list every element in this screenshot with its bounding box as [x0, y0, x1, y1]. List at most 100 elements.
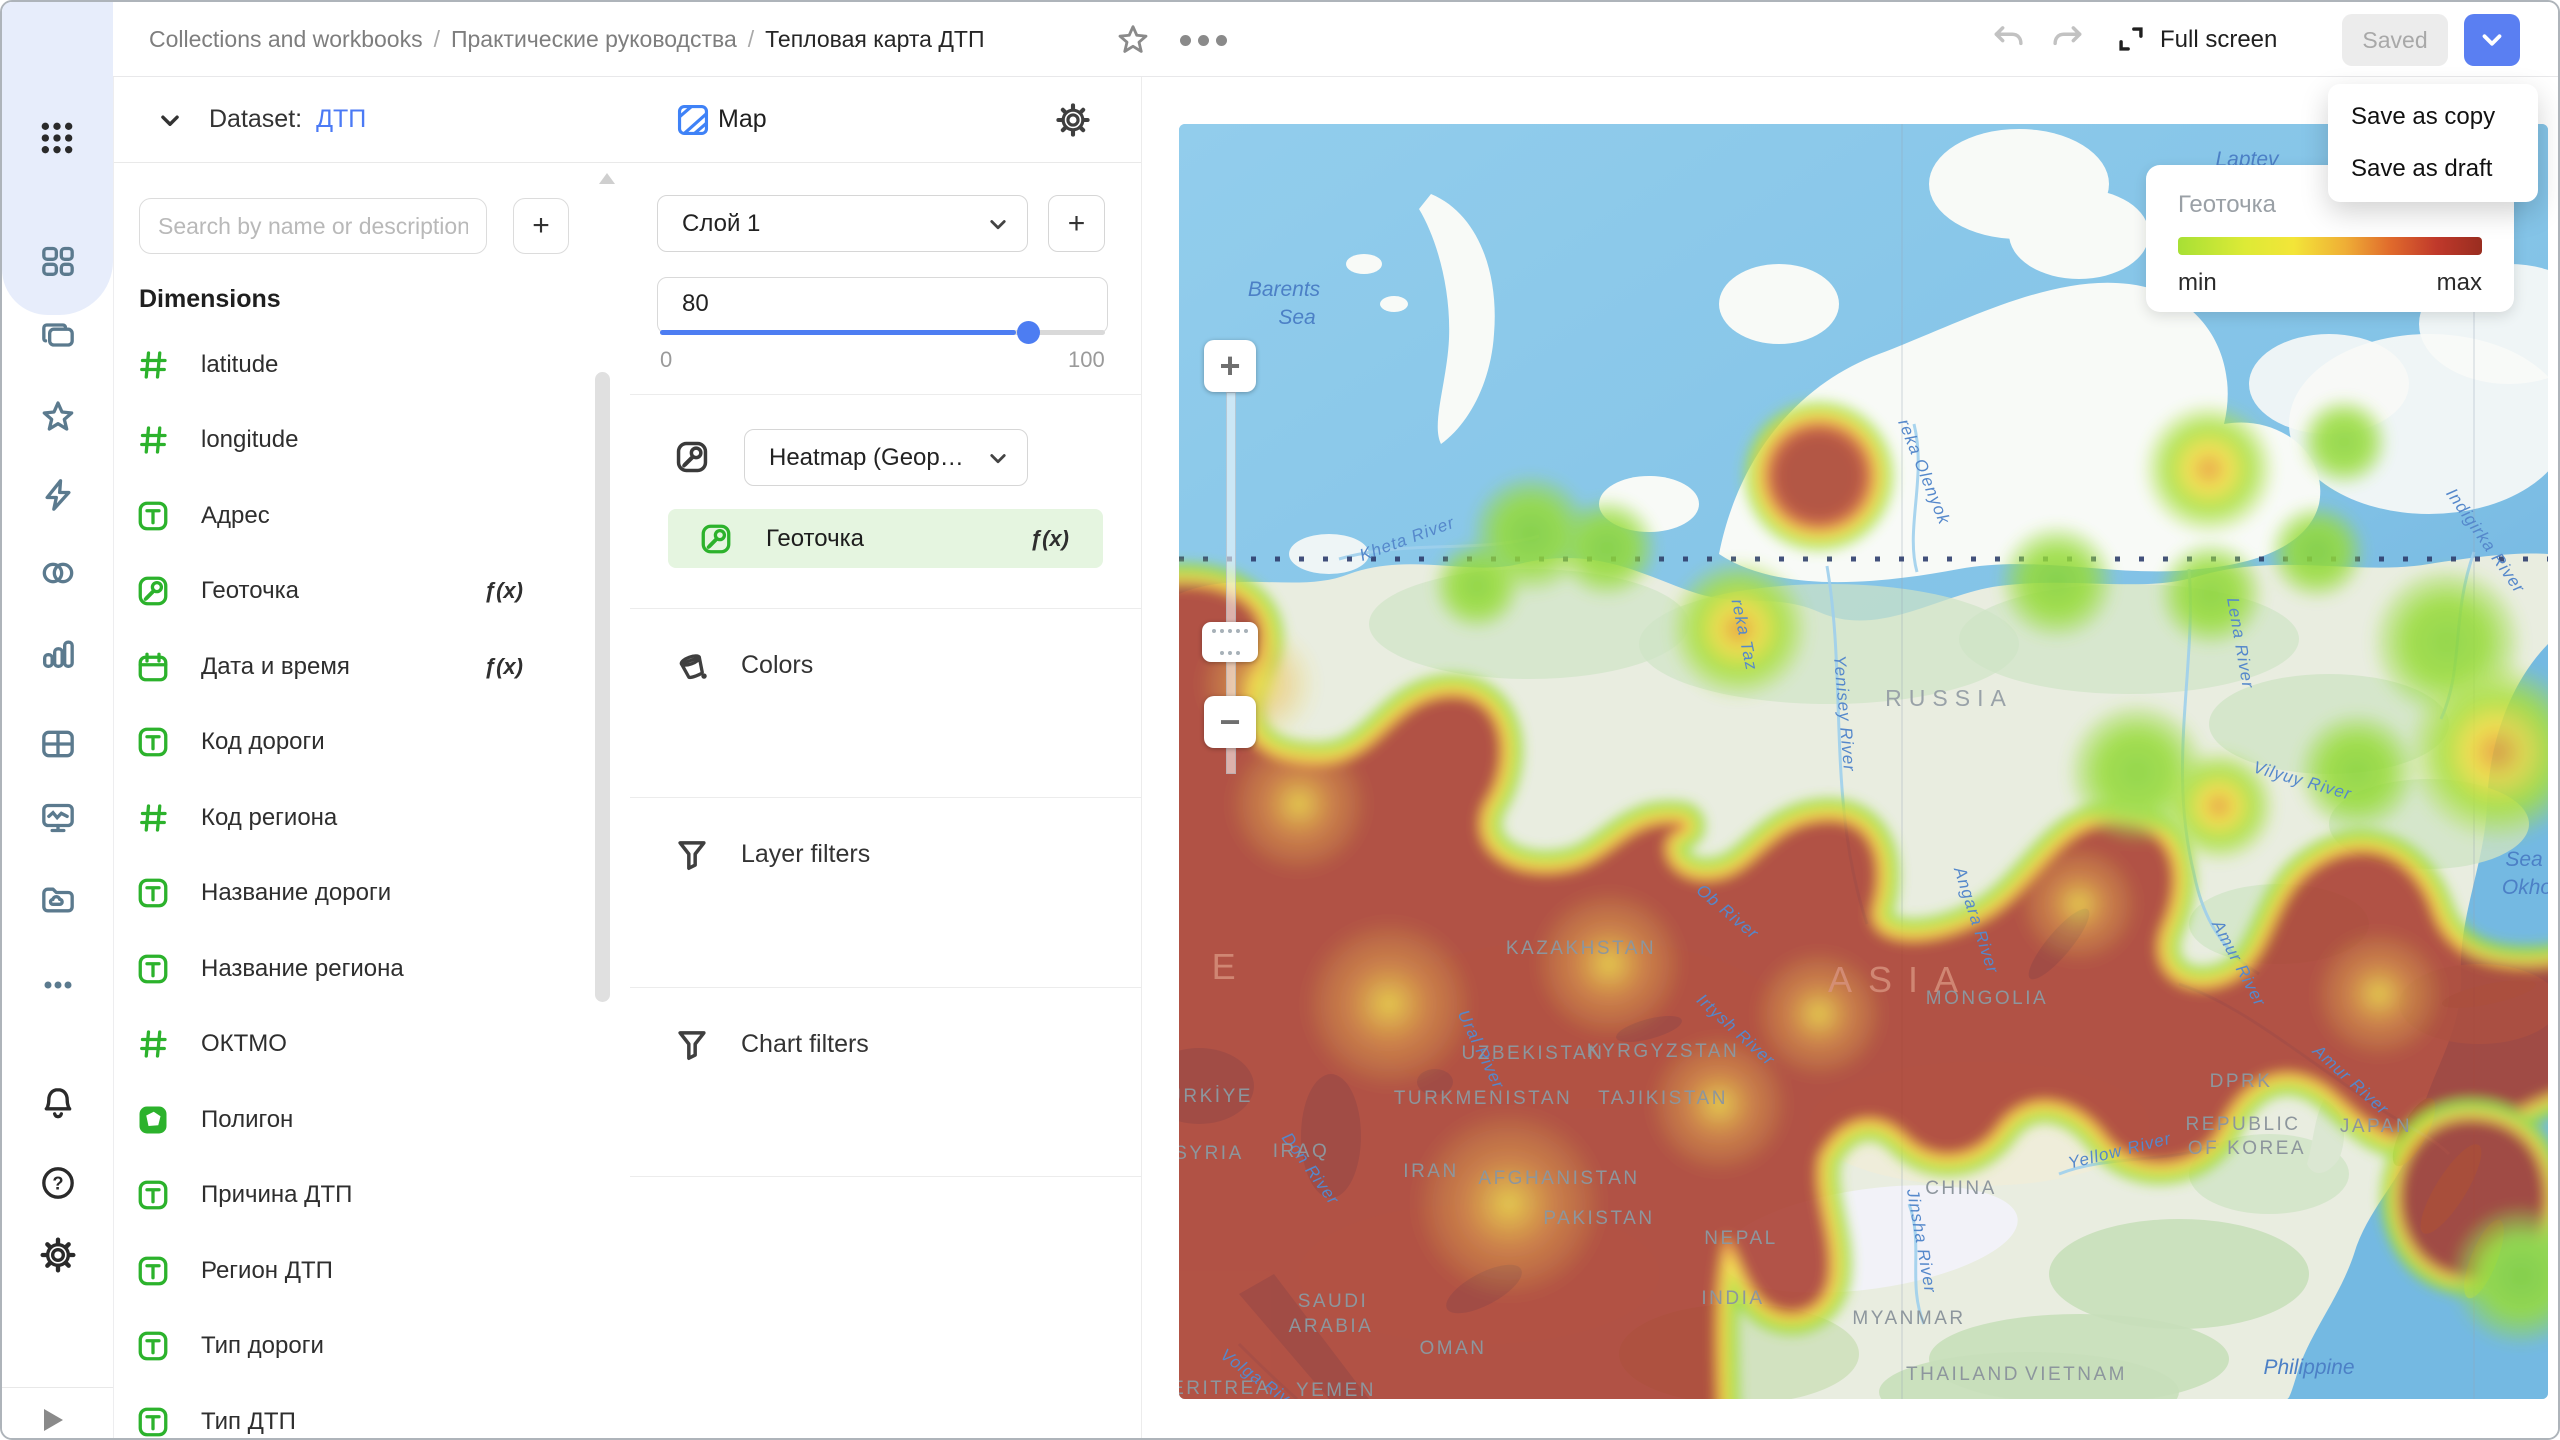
layer-filters-section[interactable]: Layer filters — [630, 825, 1141, 883]
map-svg: BarentsSeaLaptevSeaOkhoPhilippineKheta R… — [1179, 124, 2548, 1399]
sidebar-item-files[interactable] — [38, 880, 78, 920]
sidebar-item-tables[interactable] — [38, 724, 78, 764]
map-label: P E — [1179, 946, 1252, 987]
dimension-row[interactable]: Название региона — [113, 931, 583, 1007]
search-input[interactable] — [139, 198, 487, 254]
chevron-down-icon — [2477, 25, 2507, 55]
sidebar-divider — [2, 1387, 113, 1388]
divider — [630, 608, 1141, 609]
dimension-row[interactable]: latitude — [113, 327, 583, 403]
sidebar-expand-icon[interactable] — [44, 1409, 63, 1431]
sidebar-item-favorites[interactable] — [38, 397, 78, 437]
breadcrumb-item[interactable]: Практические руководства — [451, 26, 737, 53]
breadcrumb-item[interactable]: Collections and workbooks — [149, 26, 423, 53]
map-label: OMAN — [1420, 1338, 1487, 1359]
settings-gear-icon[interactable] — [38, 1235, 78, 1275]
save-menu-item[interactable]: Save as draft — [2335, 143, 2531, 195]
colors-section[interactable]: Colors — [630, 636, 1141, 694]
more-actions-icon[interactable] — [1180, 28, 1232, 52]
opacity-slider-handle[interactable] — [1017, 321, 1040, 344]
map-settings-gear-icon[interactable] — [1054, 101, 1092, 139]
map-label: SAUDI — [1298, 1291, 1369, 1312]
dimension-row[interactable]: Тип дороги — [113, 1309, 583, 1385]
sidebar-item-charts[interactable] — [38, 633, 78, 673]
breadcrumb-item[interactable]: Тепловая карта ДТП — [765, 26, 984, 53]
layer-select[interactable]: Слой 1 — [657, 195, 1028, 252]
dimension-row[interactable]: Тип ДТП — [113, 1384, 583, 1438]
save-menu-item[interactable]: Save as copy — [2335, 91, 2531, 143]
filter-funnel-icon — [673, 1025, 711, 1063]
dimension-row[interactable]: longitude — [113, 403, 583, 479]
sidebar-item-more[interactable] — [38, 965, 78, 1005]
apps-grid-icon[interactable] — [37, 118, 77, 158]
chart-type-header: Map — [630, 77, 1141, 163]
map-label: INDIA — [1701, 1288, 1764, 1309]
field-name: Название региона — [201, 955, 583, 983]
undo-icon[interactable] — [1990, 20, 2028, 58]
layer-type-select[interactable]: Heatmap (Geop… — [744, 429, 1028, 486]
notifications-bell-icon[interactable] — [38, 1083, 78, 1123]
field-type-icon — [135, 1177, 171, 1213]
layer-filters-label: Layer filters — [741, 840, 870, 869]
map-label: SYRIA — [1179, 1143, 1244, 1164]
redo-icon[interactable] — [2048, 20, 2086, 58]
sidebar-item-collections[interactable] — [38, 315, 78, 355]
map-label: TURKMENISTAN — [1394, 1088, 1572, 1109]
zoom-out-button[interactable]: − — [1204, 696, 1256, 748]
add-field-button[interactable]: + — [513, 198, 569, 254]
divider — [630, 987, 1141, 988]
add-layer-button[interactable]: + — [1048, 195, 1105, 252]
dimension-row[interactable]: ОКТМО — [113, 1007, 583, 1083]
sidebar-item-datasets[interactable] — [38, 553, 78, 593]
dimension-row[interactable]: Геоточка ƒ(x) — [113, 554, 583, 630]
map-label: AFGHANISTAN — [1478, 1168, 1639, 1189]
dataset-scrollbar[interactable] — [595, 372, 610, 1002]
dimension-row[interactable]: Дата и время ƒ(x) — [113, 629, 583, 705]
save-dropdown-button[interactable] — [2464, 14, 2520, 66]
opacity-slider-track[interactable] — [660, 330, 1105, 335]
zoom-slider-handle[interactable] — [1202, 622, 1258, 662]
layer-select-value: Слой 1 — [682, 210, 983, 238]
help-icon[interactable]: ? — [38, 1163, 78, 1203]
top-bar: Collections and workbooks/Практические р… — [2, 2, 2558, 77]
opacity-value: 80 — [682, 290, 709, 318]
field-name: Адрес — [201, 502, 583, 530]
dataset-name-link[interactable]: ДТП — [316, 105, 366, 134]
map-label: Barents — [1248, 278, 1321, 301]
fullscreen-label[interactable]: Full screen — [2160, 2, 2277, 77]
legend-gradient-bar — [2178, 237, 2482, 255]
dataset-collapse-icon[interactable] — [153, 103, 187, 137]
map-label: MONGOLIA — [1926, 988, 2048, 1009]
dimension-row[interactable]: Регион ДТП — [113, 1233, 583, 1309]
dimension-row[interactable]: Причина ДТП — [113, 1158, 583, 1234]
dimension-row[interactable]: Полигон — [113, 1082, 583, 1158]
chart-filters-section[interactable]: Chart filters — [630, 1015, 1141, 1073]
dimension-row[interactable]: Адрес — [113, 478, 583, 554]
map-label: ARABIA — [1289, 1316, 1374, 1337]
sidebar-item-monitoring[interactable] — [38, 798, 78, 838]
dimension-row[interactable]: Код дороги — [113, 705, 583, 781]
field-type-icon — [135, 573, 171, 609]
sidebar-item-quick-actions[interactable] — [38, 475, 78, 515]
saved-button[interactable]: Saved — [2342, 14, 2448, 66]
field-name: Полигон — [201, 1106, 583, 1134]
divider — [630, 797, 1141, 798]
formula-badge: ƒ(x) — [484, 654, 523, 680]
map-label: IRAQ — [1273, 1141, 1329, 1162]
map-canvas[interactable]: BarentsSeaLaptevSeaOkhoPhilippineKheta R… — [1179, 124, 2548, 1399]
favorite-star-icon[interactable] — [1114, 21, 1152, 59]
fullscreen-icon[interactable] — [2114, 22, 2148, 56]
field-name: Название дороги — [201, 879, 583, 907]
field-name: Дата и время — [201, 653, 484, 681]
map-label: YEMEN — [1296, 1380, 1376, 1399]
dimension-row[interactable]: Название дороги — [113, 856, 583, 932]
dimensions-title: Dimensions — [139, 285, 281, 314]
field-type-icon — [135, 1026, 171, 1062]
zoom-in-button[interactable]: + — [1204, 340, 1256, 392]
geopoint-field-chip[interactable]: Геоточка ƒ(x) — [668, 509, 1103, 568]
scroll-up-icon[interactable] — [599, 173, 615, 184]
dimension-row[interactable]: Код региона — [113, 780, 583, 856]
sidebar-item-dashboards[interactable] — [38, 241, 78, 281]
field-type-icon — [135, 649, 171, 685]
map-label: MYANMAR — [1852, 1308, 1965, 1329]
